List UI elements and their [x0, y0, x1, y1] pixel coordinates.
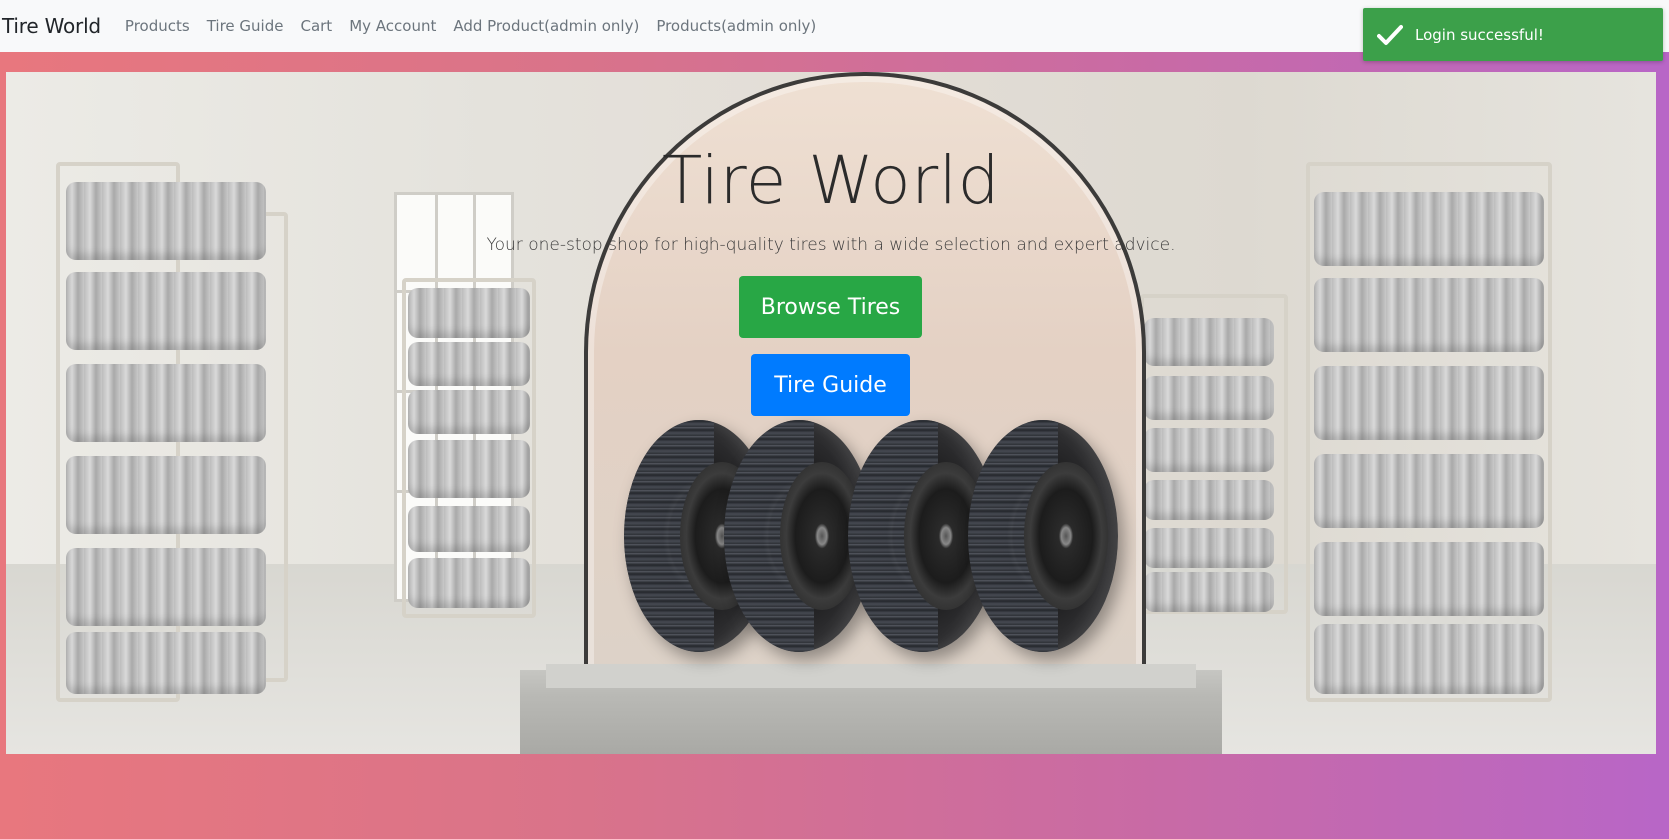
nav-link-products[interactable]: Products	[125, 17, 190, 35]
nav-link-admin-products[interactable]: Products(admin only)	[656, 17, 816, 35]
navbar-brand[interactable]: Tire World	[2, 14, 101, 38]
nav-link-add-product[interactable]: Add Product(admin only)	[453, 17, 639, 35]
nav-link-cart[interactable]: Cart	[300, 17, 332, 35]
nav-link-tire-guide[interactable]: Tire Guide	[207, 17, 284, 35]
checkmark-icon	[1377, 24, 1403, 45]
tire-guide-button[interactable]: Tire Guide	[751, 354, 910, 416]
toast-message: Login successful!	[1415, 25, 1544, 44]
browse-tires-button[interactable]: Browse Tires	[739, 276, 922, 338]
hero-banner: Tire World Your one-stop shop for high-q…	[6, 72, 1656, 754]
login-success-toast[interactable]: Login successful!	[1363, 8, 1663, 61]
hero-title: Tire World	[661, 142, 1001, 219]
hero-subtitle: Your one-stop shop for high-quality tire…	[486, 235, 1176, 255]
display-pedestal-top	[546, 664, 1196, 688]
nav-link-my-account[interactable]: My Account	[349, 17, 436, 35]
